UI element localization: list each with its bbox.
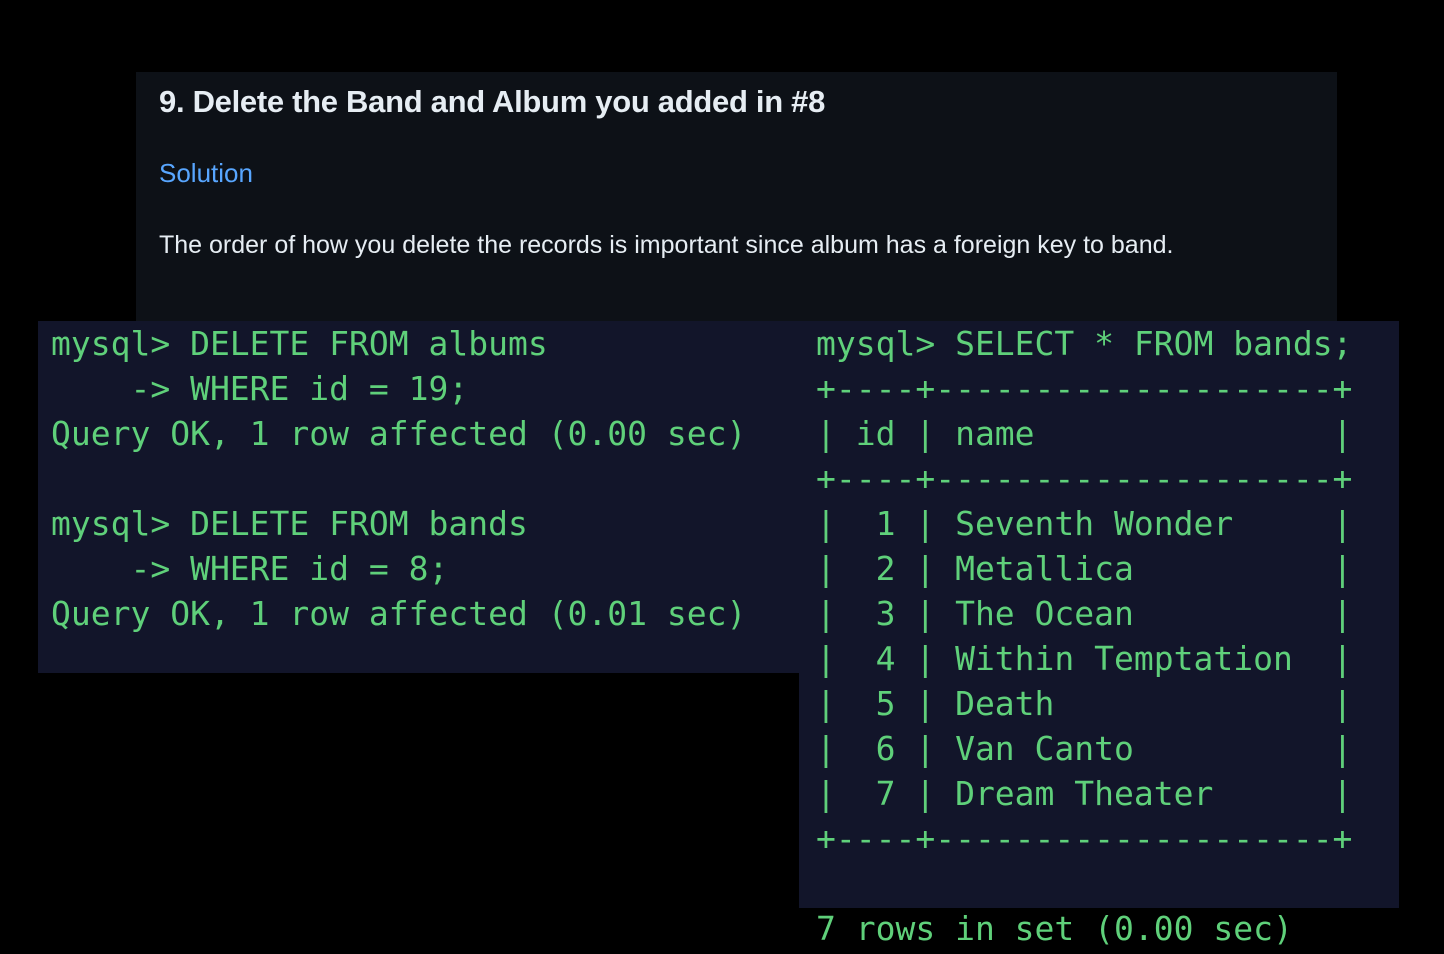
- terminal-line: mysql> DELETE FROM bands: [51, 504, 528, 543]
- solution-link[interactable]: Solution: [159, 158, 253, 189]
- terminal-line: mysql> SELECT * FROM bands;: [816, 324, 1353, 363]
- terminal-line: -> WHERE id = 19;: [51, 369, 469, 408]
- table-row: | 7 | Dream Theater |: [816, 774, 1353, 813]
- table-row: | 4 | Within Temptation |: [816, 639, 1353, 678]
- table-border-line: +----+--------------------+: [816, 369, 1353, 408]
- table-row: | 1 | Seventh Wonder |: [816, 504, 1353, 543]
- table-row: | 2 | Metallica |: [816, 549, 1353, 588]
- explanation-text: The order of how you delete the records …: [159, 231, 1174, 259]
- table-border-line: +----+--------------------+: [816, 459, 1353, 498]
- documentation-panel: 9. Delete the Band and Album you added i…: [136, 72, 1337, 322]
- terminal-line: Query OK, 1 row affected (0.00 sec): [51, 414, 747, 453]
- terminal-delete-output: mysql> DELETE FROM albums -> WHERE id = …: [38, 321, 800, 673]
- terminal-select-output: mysql> SELECT * FROM bands; +----+------…: [799, 321, 1399, 948]
- table-row: | 6 | Van Canto |: [816, 729, 1353, 768]
- result-summary: 7 rows in set (0.00 sec): [816, 909, 1293, 948]
- terminal-line: mysql> DELETE FROM albums: [51, 324, 548, 363]
- table-border-line: +----+--------------------+: [816, 819, 1353, 858]
- table-row: | 5 | Death |: [816, 684, 1353, 723]
- terminal-line: Query OK, 1 row affected (0.01 sec): [51, 594, 747, 633]
- terminal-line: -> WHERE id = 8;: [51, 549, 449, 588]
- table-row: | 3 | The Ocean |: [816, 594, 1353, 633]
- section-heading: 9. Delete the Band and Album you added i…: [159, 84, 826, 119]
- table-header-row: | id | name |: [816, 414, 1353, 453]
